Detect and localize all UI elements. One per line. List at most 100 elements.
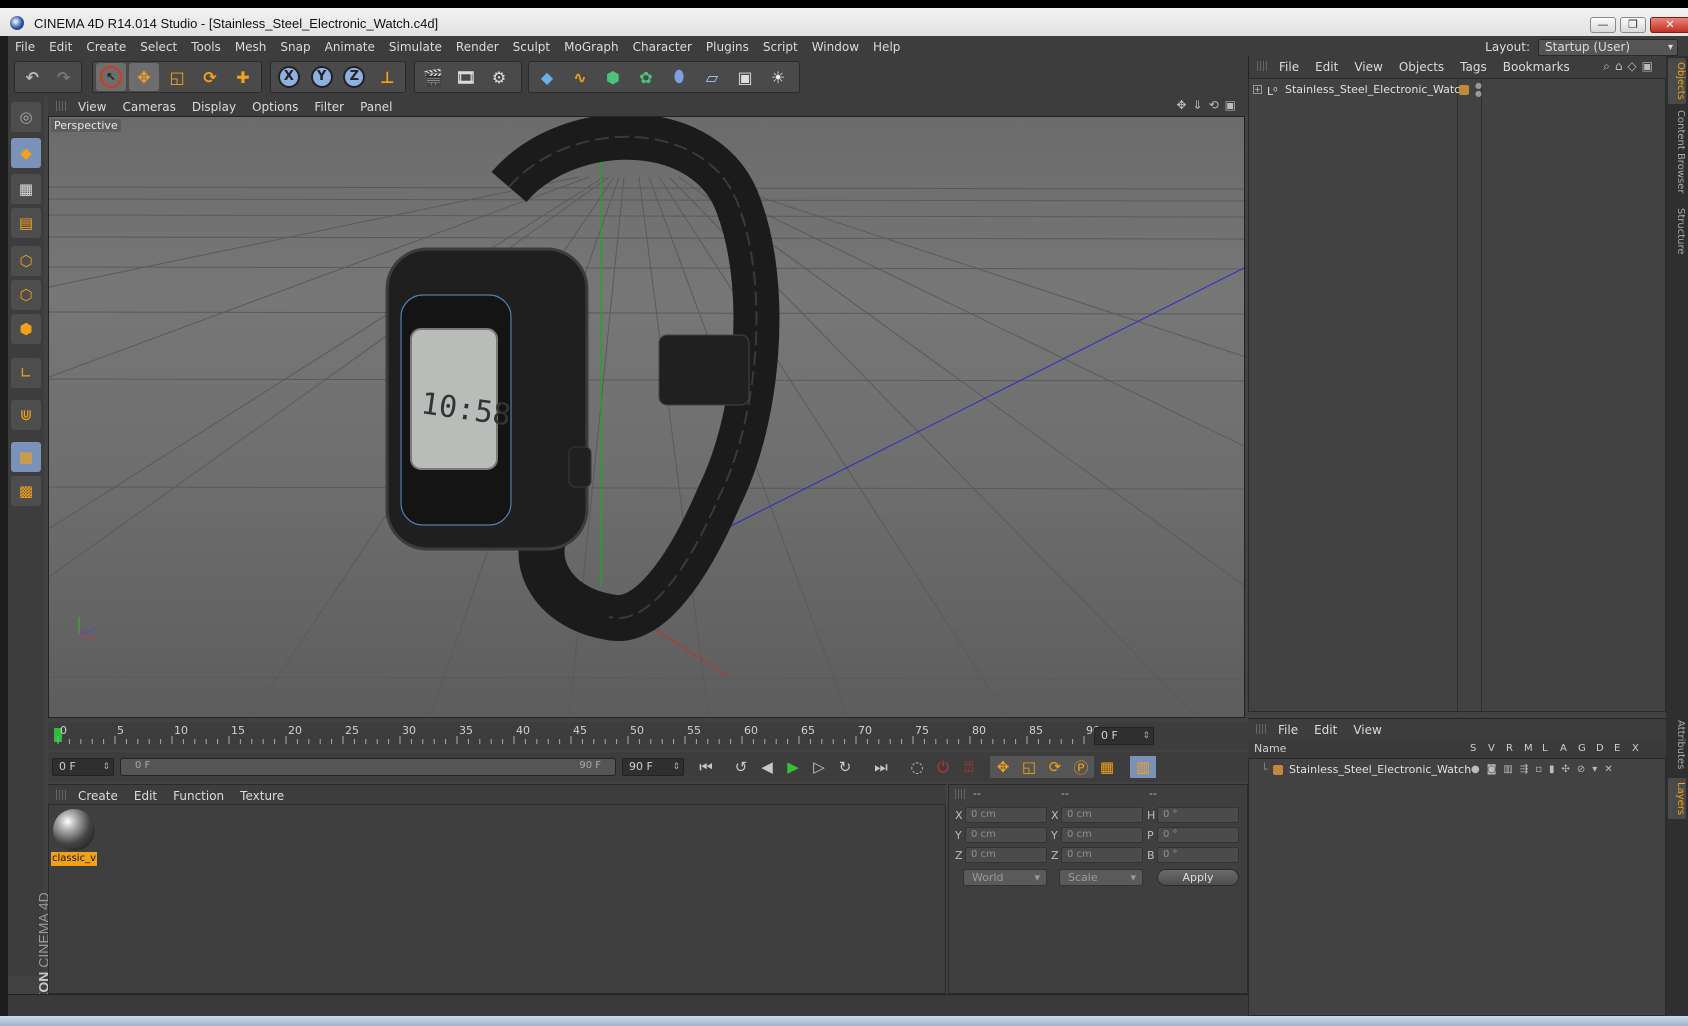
coordinate-system-dropdown[interactable]: World xyxy=(963,869,1047,886)
viewport-menu-display[interactable]: Display xyxy=(184,97,244,117)
tab-attributes[interactable]: Attributes xyxy=(1668,716,1686,773)
viewport-menu-panel[interactable]: Panel xyxy=(352,97,400,117)
deformer-icon[interactable]: ⬮ xyxy=(664,63,694,91)
objects-menu-view[interactable]: View xyxy=(1346,57,1390,77)
rot-b-field[interactable]: 0 ° xyxy=(1157,847,1239,863)
col-solo[interactable]: S xyxy=(1470,740,1476,758)
col-xrefs[interactable]: X xyxy=(1632,740,1639,758)
object-manager-nav-icons[interactable]: ⌕⌂◇▣ xyxy=(1603,59,1658,74)
workplane-mode-icon[interactable]: ▤ xyxy=(11,208,41,238)
viewport-nav-icons[interactable]: ✥⇓⟲▣ xyxy=(1176,98,1242,112)
start-frame-field[interactable]: 0 F xyxy=(52,758,114,776)
layers-menu-view[interactable]: View xyxy=(1345,720,1389,740)
layers-menu-file[interactable]: File xyxy=(1270,720,1306,740)
material-menu-edit[interactable]: Edit xyxy=(126,786,165,806)
render-view-icon[interactable]: 🎬 xyxy=(418,63,448,91)
size-y-field[interactable]: 0 cm xyxy=(1061,827,1143,843)
keyframe-help-icon[interactable]: ⍰ xyxy=(956,756,982,778)
layer-name[interactable]: Stainless_Steel_Electronic_Watch xyxy=(1289,761,1471,779)
viewport-menu-options[interactable]: Options xyxy=(244,97,306,117)
goto-start-icon[interactable]: ⏮ xyxy=(693,756,719,778)
tab-structure[interactable]: Structure xyxy=(1668,204,1686,259)
view-mode-icon[interactable]: ◎ xyxy=(11,102,41,132)
size-x-field[interactable]: 0 cm xyxy=(1061,807,1143,823)
layer-color-swatch[interactable] xyxy=(1273,765,1283,775)
play-icon[interactable]: ▶ xyxy=(780,756,806,778)
goto-end-icon[interactable]: ⏭ xyxy=(868,756,894,778)
col-locked[interactable]: L xyxy=(1542,740,1548,758)
prev-key-icon[interactable]: ↺ xyxy=(728,756,754,778)
select-icon[interactable]: ↖ xyxy=(96,63,126,91)
timeline-window-icon[interactable]: ▥ xyxy=(1130,756,1156,778)
viewport-menu-filter[interactable]: Filter xyxy=(306,97,352,117)
z-axis-icon[interactable]: Z xyxy=(340,63,370,91)
model-mode-icon[interactable]: ◆ xyxy=(11,138,41,168)
menu-simulate[interactable]: Simulate xyxy=(382,36,449,58)
tab-objects[interactable]: Objects xyxy=(1668,58,1686,104)
autokey-icon[interactable]: ⏻ xyxy=(930,756,956,778)
menu-edit[interactable]: Edit xyxy=(42,36,79,58)
move-icon[interactable]: ✥ xyxy=(129,63,159,91)
menu-mograph[interactable]: MoGraph xyxy=(557,36,626,58)
light-icon[interactable]: ☀ xyxy=(763,63,793,91)
y-axis-icon[interactable]: Y xyxy=(307,63,337,91)
object-name[interactable]: Stainless_Steel_Electronic_Watch xyxy=(1285,81,1467,99)
close-button[interactable]: ✕ xyxy=(1650,17,1688,33)
cube-icon[interactable]: ◆ xyxy=(532,63,562,91)
menu-script[interactable]: Script xyxy=(756,36,805,58)
menu-animate[interactable]: Animate xyxy=(318,36,382,58)
axis-mode-icon[interactable]: ∟ xyxy=(11,358,41,388)
rotate-icon[interactable]: ⟳ xyxy=(195,63,225,91)
layer-row[interactable]: └ Stainless_Steel_Electronic_Watch ●◙▥⇶▫… xyxy=(1249,761,1665,779)
key-parameter-icon[interactable]: Ⓟ xyxy=(1068,756,1094,778)
render-picture-icon[interactable]: 🎞 xyxy=(451,63,481,91)
layers-menu-edit[interactable]: Edit xyxy=(1306,720,1345,740)
col-view[interactable]: V xyxy=(1488,740,1495,758)
render-settings-icon[interactable]: ⚙ xyxy=(484,63,514,91)
size-z-field[interactable]: 0 cm xyxy=(1061,847,1143,863)
record-keys-icon[interactable]: ◌ xyxy=(904,756,930,778)
objects-menu-objects[interactable]: Objects xyxy=(1391,57,1452,77)
menu-mesh[interactable]: Mesh xyxy=(228,36,274,58)
material-item[interactable]: classic_v xyxy=(49,805,101,869)
coordinate-icon[interactable]: ⊥ xyxy=(372,63,402,91)
add-icon[interactable]: ✚ xyxy=(228,63,258,91)
camera-icon[interactable]: ▣ xyxy=(730,63,760,91)
redo-icon[interactable]: ↷ xyxy=(50,63,79,91)
objects-menu-tags[interactable]: Tags xyxy=(1452,57,1495,77)
prev-frame-icon[interactable]: ◀ xyxy=(754,756,780,778)
key-scale-icon[interactable]: ◱ xyxy=(1016,756,1042,778)
x-axis-icon[interactable]: X xyxy=(274,63,304,91)
objects-menu-edit[interactable]: Edit xyxy=(1307,57,1346,77)
object-row[interactable]: + L⁰ Stainless_Steel_Electronic_Watch ● ● xyxy=(1249,81,1665,99)
layer-color-tag[interactable] xyxy=(1459,85,1469,95)
scale-icon[interactable]: ◱ xyxy=(162,63,192,91)
viewport-menu-view[interactable]: View xyxy=(70,97,114,117)
apply-button[interactable]: Apply xyxy=(1157,869,1239,886)
layout-dropdown[interactable]: Startup (User) xyxy=(1538,38,1678,56)
menu-window[interactable]: Window xyxy=(805,36,866,58)
pos-x-field[interactable]: 0 cm xyxy=(965,807,1047,823)
minimize-button[interactable]: — xyxy=(1590,17,1616,33)
menu-snap[interactable]: Snap xyxy=(273,36,317,58)
material-menu-function[interactable]: Function xyxy=(165,786,232,806)
edges-mode-icon[interactable]: ⬡ xyxy=(11,280,41,310)
menu-sculpt[interactable]: Sculpt xyxy=(506,36,557,58)
pos-z-field[interactable]: 0 cm xyxy=(965,847,1047,863)
frame-range-slider[interactable]: 0 F 90 F xyxy=(120,758,616,776)
menu-file[interactable]: File xyxy=(8,36,42,58)
col-expressions[interactable]: E xyxy=(1614,740,1620,758)
menu-character[interactable]: Character xyxy=(626,36,699,58)
key-pla-icon[interactable]: ▦ xyxy=(1094,756,1120,778)
maximize-button[interactable]: ❐ xyxy=(1620,17,1646,33)
col-animation[interactable]: A xyxy=(1560,740,1567,758)
next-frame-icon[interactable]: ▷ xyxy=(806,756,832,778)
menu-create[interactable]: Create xyxy=(79,36,133,58)
rot-p-field[interactable]: 0 ° xyxy=(1157,827,1239,843)
viewport-menu-cameras[interactable]: Cameras xyxy=(114,97,183,117)
layer-flags-icons[interactable]: ●◙▥⇶▫▮✣⊘▾✕ xyxy=(1471,761,1620,779)
nurbs-icon[interactable]: ⬢ xyxy=(598,63,628,91)
col-generators[interactable]: G xyxy=(1578,740,1586,758)
material-menu-texture[interactable]: Texture xyxy=(232,786,292,806)
col-deformers[interactable]: D xyxy=(1596,740,1604,758)
